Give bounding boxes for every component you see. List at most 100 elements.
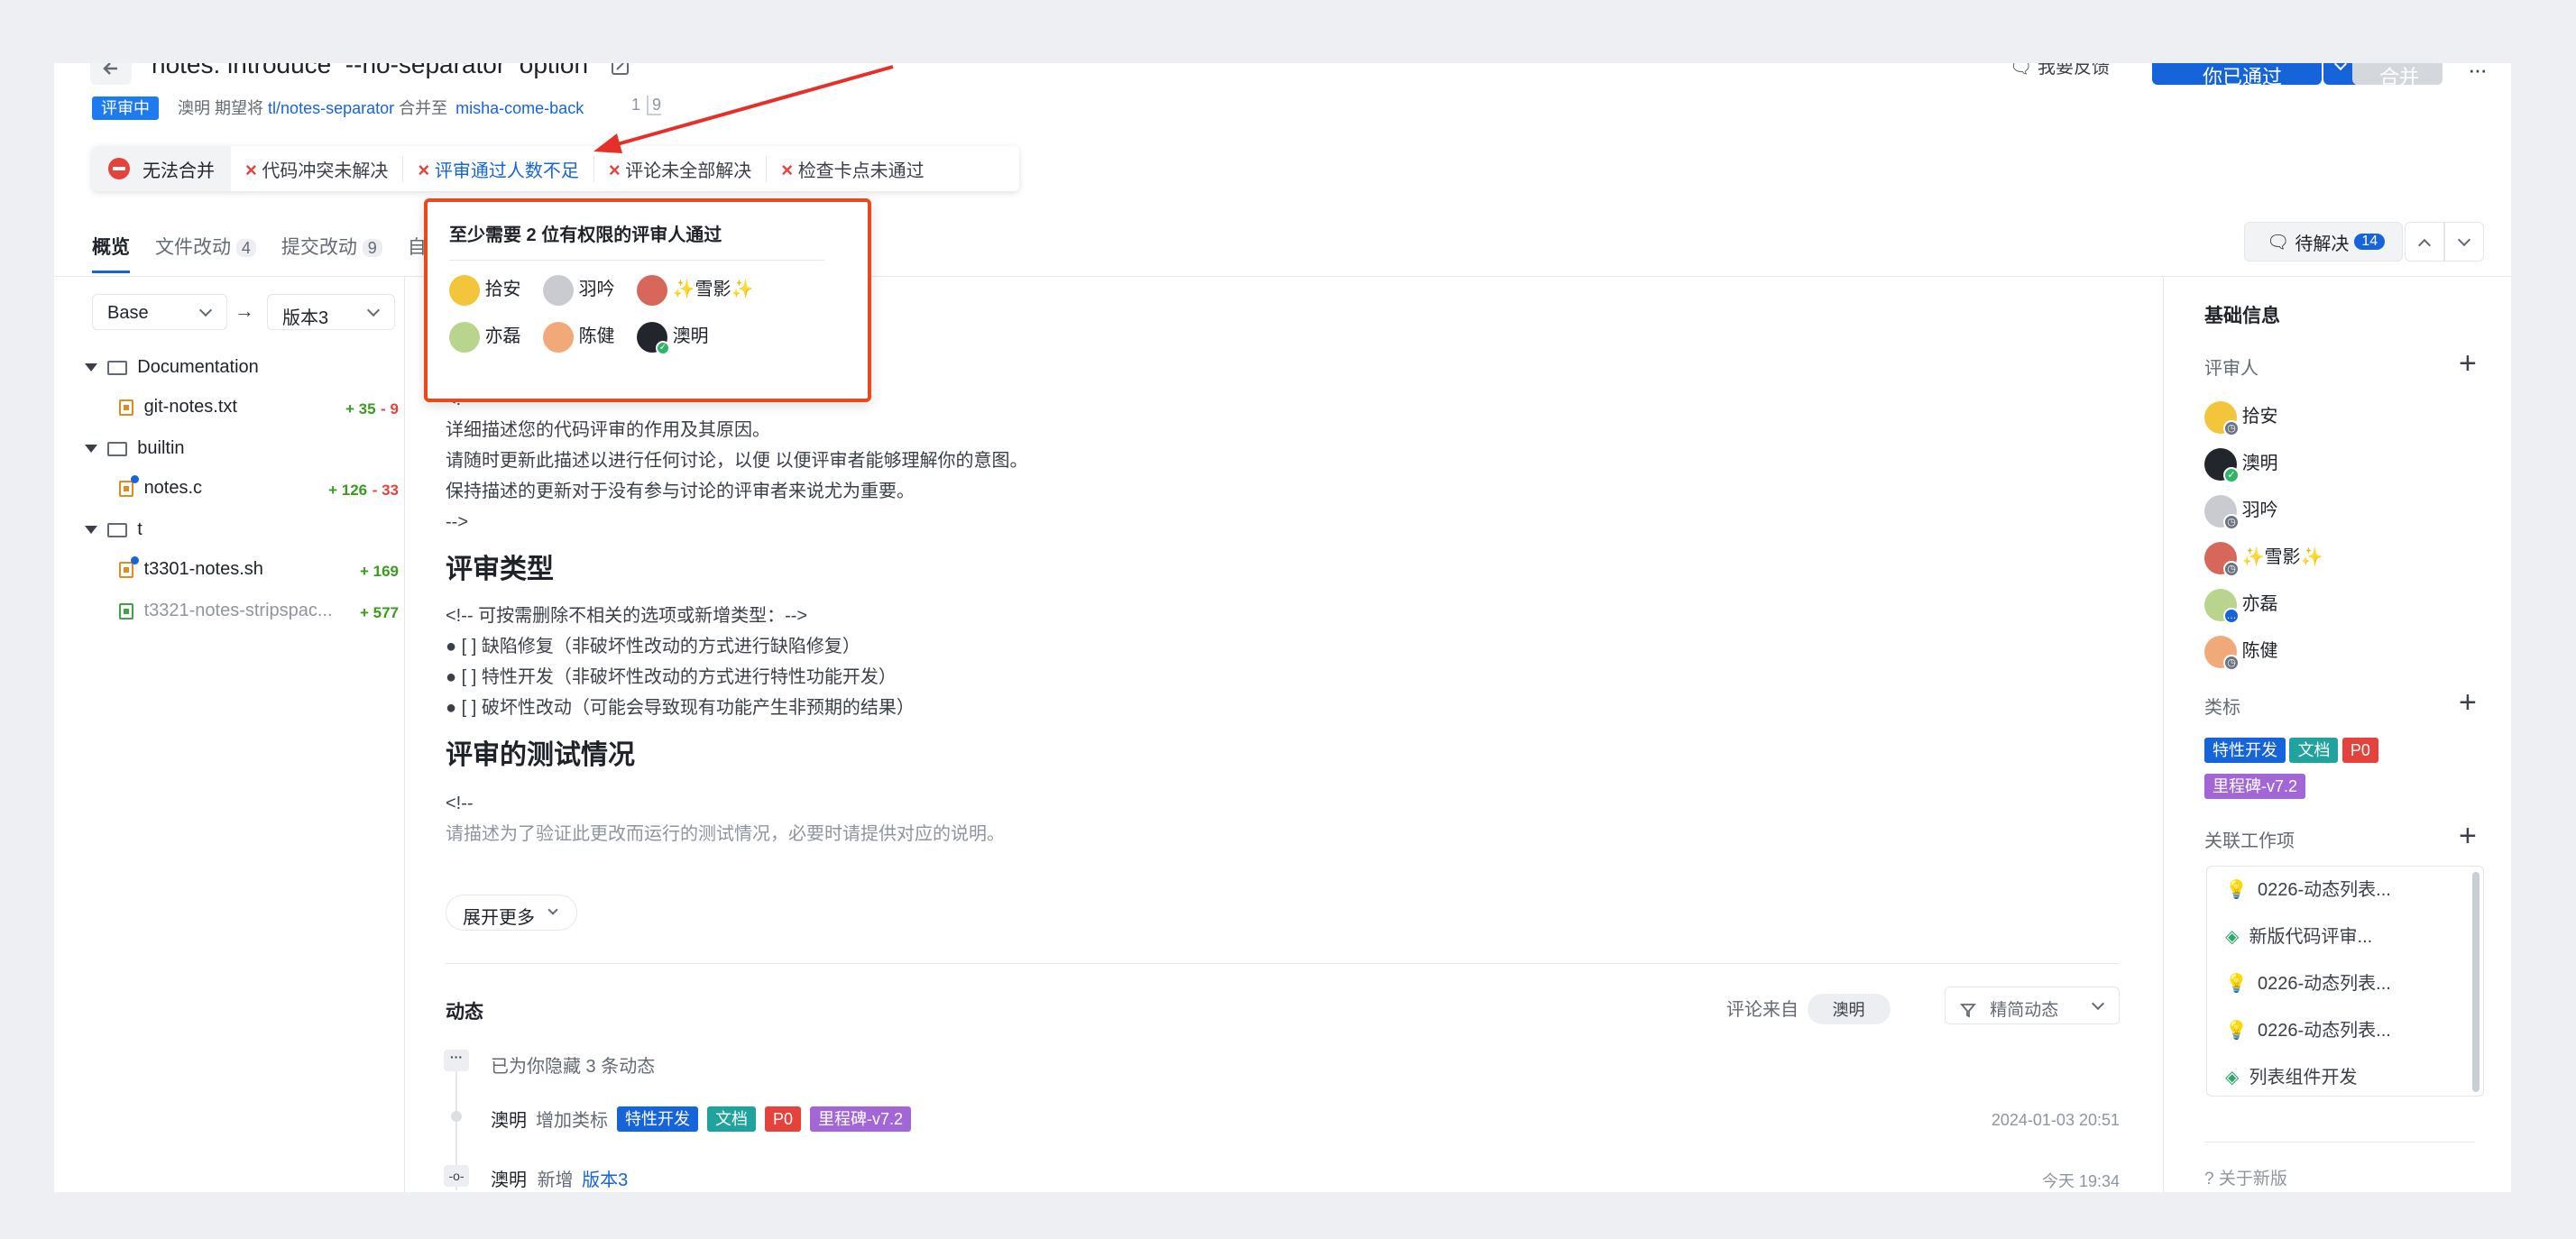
tab-count: 4 bbox=[235, 239, 256, 257]
version-link[interactable]: 版本3 bbox=[582, 1170, 628, 1190]
reviewer-item[interactable]: … 亦磊 bbox=[2204, 581, 2323, 628]
reviewer-name: 陈健 bbox=[2241, 641, 2278, 661]
pending-icon: ◷ bbox=[2223, 654, 2240, 671]
approve-button[interactable]: 你已通过 bbox=[2152, 63, 2322, 88]
deletions: - 9 bbox=[381, 400, 399, 418]
reviewer-name: ✨雪影✨ bbox=[672, 280, 754, 299]
file-name: git-notes.txt bbox=[143, 397, 237, 417]
reviewer-item[interactable]: ◷ 拾安 bbox=[2204, 393, 2323, 440]
work-item[interactable]: ◈ 列表组件开发 bbox=[2207, 1060, 2483, 1099]
reviewer-list: ◷ 拾安 ✓ 澳明 ◷ 羽吟 ◷ ✨雪影✨ … 亦磊 ◷ 陈健 bbox=[2204, 393, 2323, 675]
popover-reviewer[interactable]: 羽吟 bbox=[543, 274, 615, 306]
work-item-list: 💡 0226-动态列表... ◈ 新版代码评审... 💡 0226-动态列表..… bbox=[2206, 866, 2484, 1097]
work-item[interactable]: 💡 0226-动态列表... bbox=[2207, 966, 2483, 1013]
tree-file[interactable]: t3301-notes.sh + 169 bbox=[119, 555, 399, 580]
tree-file[interactable]: t3321-notes-stripspac... + 577 bbox=[119, 601, 399, 621]
reviewer-item[interactable]: ◷ 羽吟 bbox=[2204, 487, 2323, 534]
prev-button[interactable] bbox=[2405, 222, 2444, 262]
reviewer-item[interactable]: ◷ 陈健 bbox=[2204, 628, 2323, 675]
caret-down-icon bbox=[85, 363, 97, 372]
activity-user[interactable]: 澳明 bbox=[491, 1106, 527, 1132]
popover-reviewer[interactable]: 拾安 bbox=[449, 274, 521, 306]
file-name: notes.c bbox=[143, 478, 203, 498]
version-select[interactable]: 版本3 bbox=[267, 294, 395, 330]
chevron-down-icon bbox=[2091, 996, 2105, 1011]
commented-icon: … bbox=[2223, 607, 2240, 624]
description: <!-- 详细描述您的代码评审的作用及其原因。 请随时更新此描述以进行任何讨论，… bbox=[446, 384, 2159, 849]
tree-folder[interactable]: t bbox=[85, 519, 143, 540]
back-button[interactable] bbox=[90, 63, 132, 85]
popover-reviewer[interactable]: ✨雪影✨ bbox=[637, 274, 753, 306]
tree-file[interactable]: git-notes.txt + 35 - 9 bbox=[119, 397, 399, 418]
popover-reviewer[interactable]: ✓ 澳明 bbox=[637, 321, 709, 355]
tree-folder[interactable]: Documentation bbox=[85, 357, 259, 378]
next-button[interactable] bbox=[2444, 222, 2484, 262]
check-item[interactable]: × 评审通过人数不足 bbox=[403, 155, 594, 182]
desc-line: <!-- bbox=[446, 794, 474, 813]
merge-button[interactable]: 合并 bbox=[2352, 63, 2443, 88]
folder-icon bbox=[107, 522, 128, 537]
tab-files[interactable]: 文件改动 4 bbox=[155, 233, 256, 273]
base-select[interactable]: Base bbox=[92, 294, 227, 330]
sidebar-divider bbox=[2204, 1142, 2475, 1143]
tree-file[interactable]: notes.c + 126 - 33 bbox=[119, 474, 399, 499]
merge-label: 合并 bbox=[2379, 66, 2420, 88]
pending-label: 待解决 bbox=[2295, 234, 2350, 254]
work-item[interactable]: 💡 0226-动态列表... bbox=[2207, 1013, 2483, 1060]
checkbox-item: ● [ ] 破坏性改动（可能会导致现有功能产生非预期的结果） bbox=[446, 698, 915, 718]
add-reviewer-icon[interactable]: + bbox=[2459, 348, 2477, 379]
expand-more-button[interactable]: 展开更多 bbox=[446, 895, 577, 931]
popover-reviewer[interactable]: 亦磊 bbox=[449, 321, 521, 353]
hidden-toggle[interactable]: ··· bbox=[444, 1050, 469, 1071]
tree-folder[interactable]: builtin bbox=[85, 438, 185, 459]
file-name: t3321-notes-stripspac... bbox=[143, 601, 333, 620]
avatar: … bbox=[2204, 588, 2240, 624]
left-panel-divider bbox=[404, 276, 405, 1192]
avatar bbox=[449, 321, 480, 353]
scrollbar[interactable] bbox=[2472, 872, 2479, 1092]
check-item[interactable]: × 代码冲突未解决 bbox=[231, 155, 404, 182]
tab-commits[interactable]: 提交改动 9 bbox=[281, 233, 382, 273]
tab-overview[interactable]: 概览 bbox=[92, 233, 130, 273]
more-actions-button[interactable]: ··· bbox=[2468, 63, 2488, 84]
label-tag: 特性开发 bbox=[2204, 738, 2286, 763]
activity-action: 增加类标 bbox=[536, 1111, 608, 1131]
blocked-label: 无法合并 bbox=[143, 161, 215, 181]
reviewer-name: 澳明 bbox=[672, 326, 709, 346]
caret-down-icon bbox=[85, 445, 97, 454]
comment-icon: 🗨 bbox=[2267, 232, 2290, 252]
avatar: ◷ bbox=[2204, 541, 2240, 577]
meta-line: 评审中 澳明 期望将 tl/notes-separator 合并至 misha-… bbox=[92, 96, 584, 120]
avatar bbox=[449, 274, 480, 306]
reviewers-heading: 评审人 bbox=[2204, 359, 2259, 379]
label-tag: 文档 bbox=[707, 1106, 756, 1132]
labels-heading: 类标 bbox=[2204, 698, 2240, 718]
file-name: t3301-notes.sh bbox=[143, 559, 263, 579]
activity-user[interactable]: 澳明 bbox=[491, 1170, 527, 1190]
reviewer-item[interactable]: ✓ 澳明 bbox=[2204, 440, 2323, 487]
target-branch-link[interactable]: misha-come-back bbox=[455, 99, 584, 117]
modified-file-icon bbox=[119, 474, 139, 497]
work-item-label: 0226-动态列表... bbox=[2258, 1021, 2391, 1041]
work-item[interactable]: ◈ 新版代码评审... bbox=[2207, 919, 2483, 966]
deletions: - 33 bbox=[372, 482, 399, 499]
popover-reviewer[interactable]: 陈健 bbox=[543, 321, 615, 353]
feedback-button[interactable]: 🗨 我要反馈 bbox=[2010, 63, 2110, 78]
activity-action: 新增 bbox=[537, 1170, 574, 1190]
add-label-icon[interactable]: + bbox=[2459, 687, 2477, 718]
chevron-down-icon bbox=[198, 303, 213, 317]
avatar: ◷ bbox=[2204, 494, 2240, 530]
work-item[interactable]: 💡 0226-动态列表... bbox=[2207, 872, 2483, 919]
folder-name: t bbox=[137, 519, 143, 539]
source-branch-link[interactable]: tl/notes-separator bbox=[268, 99, 394, 117]
reviewer-item[interactable]: ◷ ✨雪影✨ bbox=[2204, 534, 2323, 581]
activity-mode-select[interactable]: 精简动态 bbox=[1945, 987, 2120, 1024]
about-link[interactable]: ? 关于新版 bbox=[2204, 1165, 2287, 1189]
label-tag: P0 bbox=[2341, 738, 2378, 763]
filter-user-chip[interactable]: 澳明 bbox=[1807, 994, 1891, 1024]
label-tag: 里程碑-v7.2 bbox=[2204, 774, 2306, 799]
page-title: notes: introduce --no-separator option bbox=[152, 63, 589, 78]
desc-line: 请描述为了验证此更改而运行的测试情况，必要时请提供对应的说明。 bbox=[446, 824, 1005, 844]
pending-button[interactable]: 🗨 待解决 14 bbox=[2244, 222, 2403, 262]
add-work-item-icon[interactable]: + bbox=[2459, 821, 2477, 851]
